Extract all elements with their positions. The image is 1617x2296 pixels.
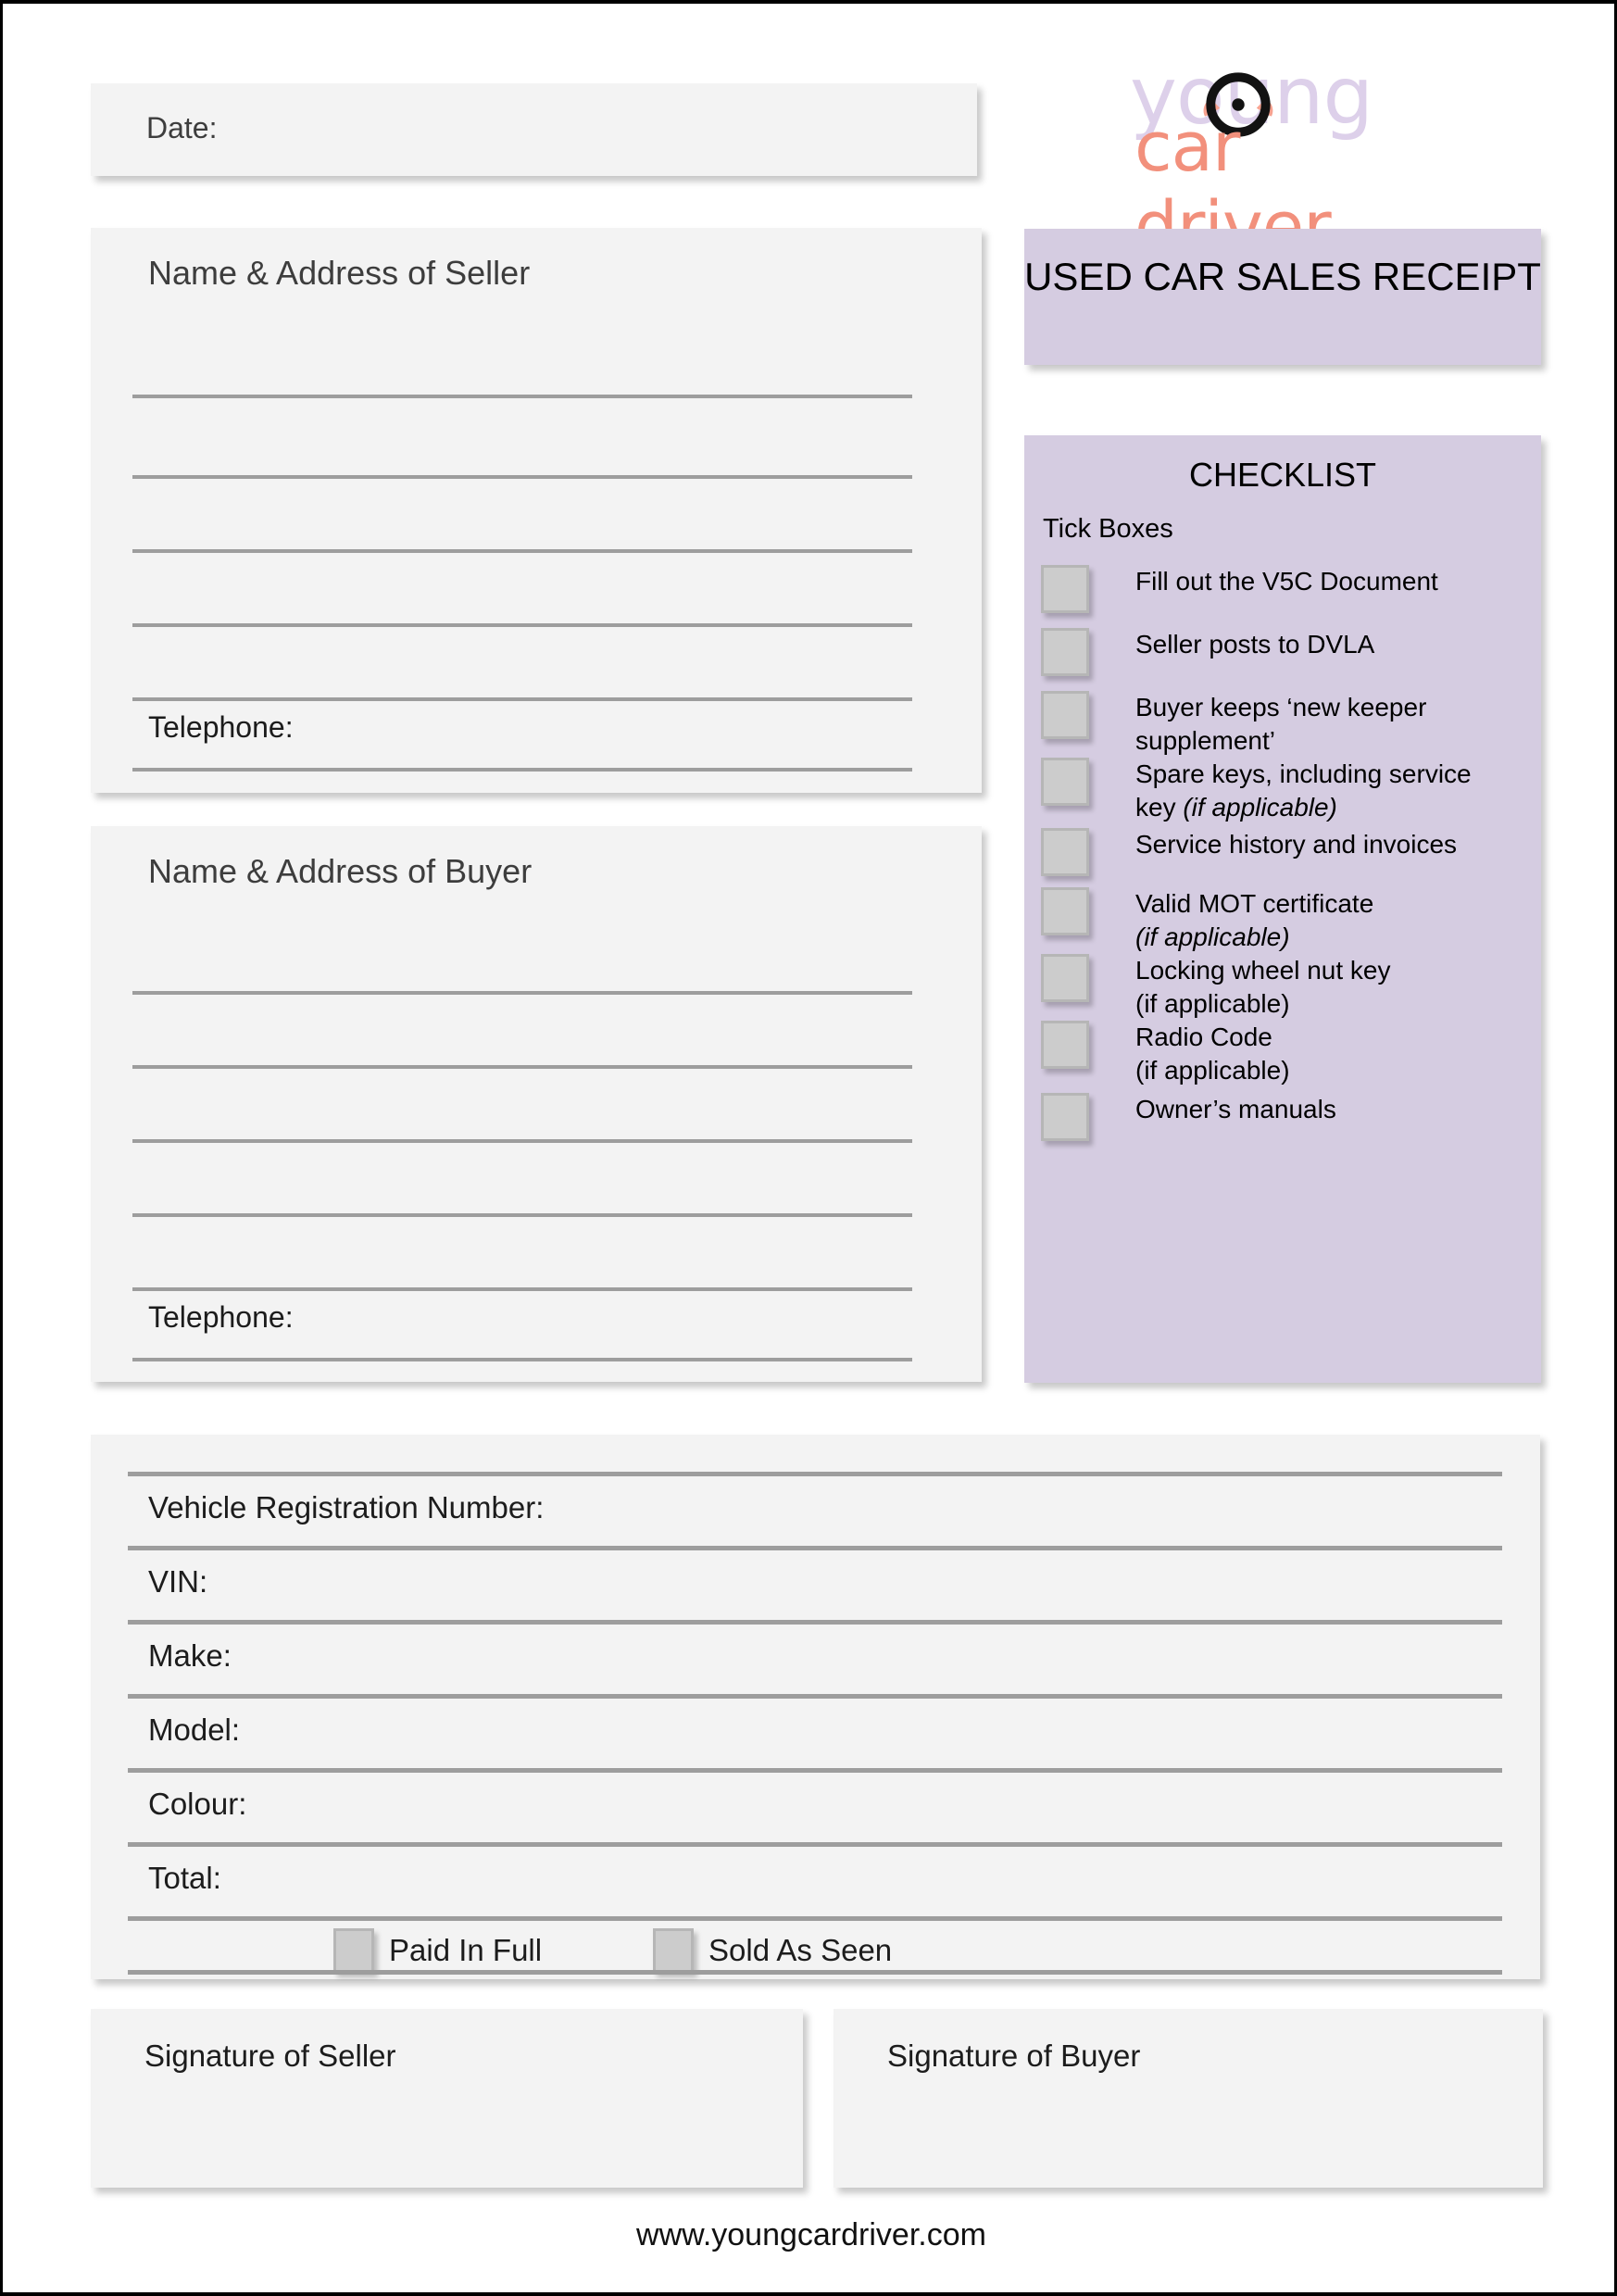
- checklist-item-5[interactable]: Valid MOT certificate (if applicable): [1041, 887, 1532, 954]
- vehicle-rule-top: [128, 1472, 1502, 1476]
- buyer-details-box[interactable]: Name & Address of Buyer Telephone:: [91, 826, 982, 1382]
- buyer-telephone-line[interactable]: [132, 1358, 912, 1361]
- seller-address-line-2[interactable]: [132, 475, 912, 479]
- checklist-item-note: (if applicable): [1135, 922, 1290, 951]
- checklist-item-4[interactable]: Service history and invoices: [1041, 828, 1532, 876]
- paid-in-full-checkbox[interactable]: [333, 1928, 374, 1973]
- checkbox-icon[interactable]: [1041, 628, 1089, 676]
- receipt-title-text: USED CAR SALES RECEIPT: [1024, 255, 1541, 298]
- vehicle-rule-4: [128, 1768, 1502, 1773]
- date-field-box[interactable]: Date:: [91, 83, 977, 176]
- checklist-item-note: (if applicable): [1183, 793, 1337, 822]
- checklist-item-label: Owner’s manuals: [1135, 1095, 1336, 1123]
- checklist-item-label: Buyer keeps ‘new keeper supplement’: [1135, 693, 1427, 755]
- colour-label: Colour:: [148, 1787, 247, 1821]
- seller-address-line-4[interactable]: [132, 623, 912, 627]
- checklist-item-0[interactable]: Fill out the V5C Document: [1041, 565, 1532, 613]
- checklist-item-6[interactable]: Locking wheel nut key (if applicable): [1041, 954, 1532, 1021]
- checklist-item-label: Valid MOT certificate (if applicable): [1135, 887, 1373, 954]
- vehicle-rule-2: [128, 1620, 1502, 1625]
- checkbox-icon[interactable]: [1041, 887, 1089, 935]
- checkbox-icon[interactable]: [1041, 758, 1089, 806]
- make-label: Make:: [148, 1638, 232, 1673]
- checklist-item-text: Valid MOT certificate: [1135, 889, 1374, 918]
- checkbox-icon[interactable]: [1041, 828, 1089, 876]
- footer-website-url: www.youngcardriver.com: [636, 2217, 986, 2252]
- checklist-item-3[interactable]: Spare keys, including service key (if ap…: [1041, 758, 1532, 824]
- document-page: Date: young car driver USED CAR SALES RE…: [0, 0, 1617, 2296]
- vehicle-rule-1: [128, 1546, 1502, 1550]
- sold-as-seen-checkbox[interactable]: [653, 1928, 694, 1973]
- sold-as-seen-label: Sold As Seen: [708, 1933, 893, 1967]
- vehicle-rule-5: [128, 1842, 1502, 1847]
- tick-boxes-label: Tick Boxes: [1043, 514, 1173, 544]
- vehicle-registration-number-label: Vehicle Registration Number:: [148, 1490, 545, 1524]
- seller-section-title: Name & Address of Seller: [148, 254, 531, 292]
- checklist-item-label: Seller posts to DVLA: [1135, 630, 1375, 659]
- checklist-item-label: Service history and invoices: [1135, 830, 1458, 859]
- checklist-item-7[interactable]: Radio Code (if applicable): [1041, 1021, 1532, 1087]
- checklist-item-label: Radio Code (if applicable): [1135, 1023, 1290, 1085]
- buyer-signature-box[interactable]: Signature of Buyer: [834, 2009, 1543, 2188]
- model-label: Model:: [148, 1713, 241, 1747]
- checklist-item-label: Spare keys, including service key (if ap…: [1135, 758, 1472, 824]
- buyer-address-line-2[interactable]: [132, 1065, 912, 1069]
- checklist-item-2[interactable]: Buyer keeps ‘new keeper supplement’: [1041, 691, 1532, 758]
- buyer-address-line-3[interactable]: [132, 1139, 912, 1143]
- seller-telephone-line[interactable]: [132, 768, 912, 772]
- total-label: Total:: [148, 1861, 221, 1895]
- checkbox-icon[interactable]: [1041, 954, 1089, 1002]
- seller-signature-label: Signature of Seller: [144, 2039, 396, 2073]
- checklist-title: CHECKLIST: [1188, 456, 1377, 494]
- buyer-address-line-1[interactable]: [132, 991, 912, 995]
- vehicle-rule-bottom: [128, 1970, 1502, 1975]
- young-car-driver-logo: young car driver: [1128, 50, 1443, 267]
- receipt-title-banner: USED CAR SALES RECEIPT: [1024, 229, 1541, 365]
- buyer-section-title: Name & Address of Buyer: [148, 852, 533, 890]
- checklist-panel: CHECKLIST Tick Boxes Fill out the V5C Do…: [1024, 435, 1541, 1383]
- seller-signature-box[interactable]: Signature of Seller: [91, 2009, 803, 2188]
- checkbox-icon[interactable]: [1041, 1021, 1089, 1069]
- seller-address-line-5[interactable]: [132, 697, 912, 701]
- vin-label: VIN:: [148, 1564, 208, 1599]
- vehicle-rule-3: [128, 1694, 1502, 1699]
- checkbox-icon[interactable]: [1041, 1093, 1089, 1141]
- checklist-item-1[interactable]: Seller posts to DVLA: [1041, 628, 1532, 676]
- date-label: Date:: [146, 111, 218, 144]
- buyer-telephone-label: Telephone:: [148, 1300, 294, 1334]
- buyer-address-line-4[interactable]: [132, 1213, 912, 1217]
- vehicle-rule-6: [128, 1916, 1502, 1921]
- checkbox-icon[interactable]: [1041, 691, 1089, 739]
- checklist-item-label: Locking wheel nut key (if applicable): [1135, 956, 1391, 1018]
- seller-details-box[interactable]: Name & Address of Seller Telephone:: [91, 228, 982, 793]
- paid-in-full-label: Paid In Full: [389, 1933, 543, 1967]
- vehicle-details-box[interactable]: Vehicle Registration Number: VIN: Make: …: [91, 1435, 1540, 1979]
- seller-address-line-3[interactable]: [132, 549, 912, 553]
- checkbox-icon[interactable]: [1041, 565, 1089, 613]
- seller-telephone-label: Telephone:: [148, 710, 294, 744]
- seller-address-line-1[interactable]: [132, 395, 912, 398]
- buyer-signature-label: Signature of Buyer: [887, 2039, 1141, 2073]
- checklist-item-label: Fill out the V5C Document: [1135, 567, 1438, 596]
- checklist-item-8[interactable]: Owner’s manuals: [1041, 1093, 1532, 1141]
- buyer-address-line-5[interactable]: [132, 1287, 912, 1291]
